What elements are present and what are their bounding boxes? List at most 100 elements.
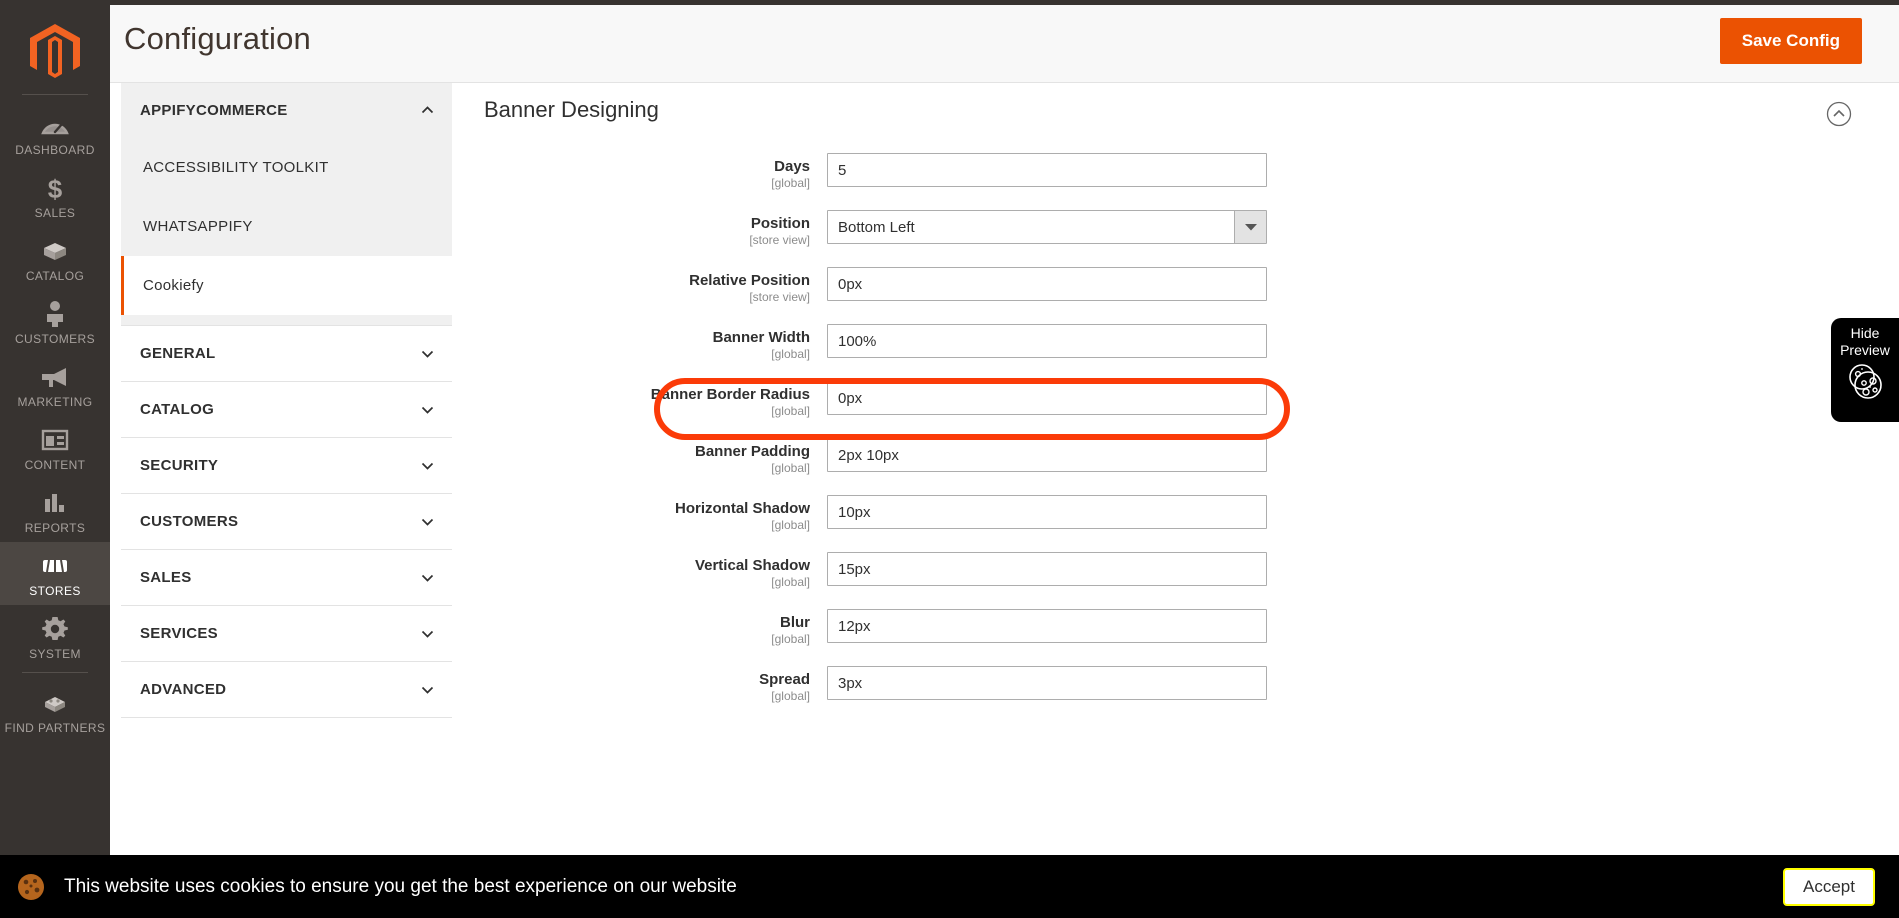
tree-header-security[interactable]: SECURITY	[121, 438, 452, 493]
tree-header-advanced[interactable]: ADVANCED	[121, 662, 452, 717]
tree-section-general: GENERAL	[121, 326, 452, 382]
settings-field-list: Days [global] Position [store view]	[452, 153, 1899, 723]
field-scope: [global]	[771, 689, 810, 703]
field-row-banner-border-radius: Banner Border Radius [global]	[452, 381, 1899, 438]
banner-padding-input[interactable]	[827, 438, 1267, 472]
field-scope: [global]	[771, 575, 810, 589]
content-left-gutter	[110, 83, 121, 863]
tree-header-general[interactable]: GENERAL	[121, 326, 452, 381]
dashboard-icon	[40, 110, 70, 140]
field-row-horizontal-shadow: Horizontal Shadow [global]	[452, 495, 1899, 552]
field-control-banner-padding	[827, 438, 1267, 472]
field-row-banner-width: Banner Width [global]	[452, 324, 1899, 381]
spread-input[interactable]	[827, 666, 1267, 700]
chevron-down-icon[interactable]	[1234, 211, 1266, 243]
megaphone-icon	[40, 362, 70, 392]
field-name: Vertical Shadow	[694, 557, 810, 574]
field-label-banner-padding: Banner Padding [global]	[452, 438, 827, 476]
hide-preview-button[interactable]: Hide Preview	[1831, 318, 1899, 422]
tree-header-label: ADVANCED	[140, 681, 227, 698]
svg-text:$: $	[48, 174, 63, 202]
admin-sidebar: DASHBOARD $ SALES CATALOG CUSTOMERS MARK…	[0, 0, 110, 918]
sidebar-item-stores[interactable]: STORES	[0, 542, 110, 605]
tree-section-security: SECURITY	[121, 438, 452, 494]
field-scope: [global]	[771, 461, 810, 475]
chevron-up-circle-icon[interactable]	[1826, 101, 1852, 127]
relative-position-input[interactable]	[827, 267, 1267, 301]
field-row-blur: Blur [global]	[452, 609, 1899, 666]
save-config-button[interactable]: Save Config	[1719, 18, 1862, 64]
hide-preview-line2: Preview	[1840, 342, 1890, 358]
tree-section-sales: SALES	[121, 550, 452, 606]
chevron-up-icon	[421, 104, 434, 117]
tree-item-label: WHATSAPPIFY	[143, 218, 253, 235]
field-name: Banner Padding	[694, 443, 810, 460]
tree-header-label: CUSTOMERS	[140, 513, 239, 530]
tree-header-services[interactable]: SERVICES	[121, 606, 452, 661]
field-label-banner-width: Banner Width [global]	[452, 324, 827, 362]
field-scope: [global]	[771, 632, 810, 646]
page-title: Configuration	[124, 21, 311, 56]
tree-header-label: APPIFYCOMMERCE	[140, 102, 288, 119]
magento-logo[interactable]	[0, 14, 110, 90]
tree-item-label: Cookiefy	[143, 277, 204, 294]
days-input[interactable]	[827, 153, 1267, 187]
sidebar-item-customers[interactable]: CUSTOMERS	[0, 290, 110, 353]
field-control-blur	[827, 609, 1267, 643]
sidebar-item-marketing[interactable]: MARKETING	[0, 353, 110, 416]
sidebar-label: STORES	[29, 584, 81, 598]
chevron-down-icon	[421, 459, 434, 472]
cookie-consent-banner: This website uses cookies to ensure you …	[0, 855, 1899, 918]
cookie-icon	[14, 870, 48, 904]
field-name: Horizontal Shadow	[675, 500, 810, 517]
tree-header-customers[interactable]: CUSTOMERS	[121, 494, 452, 549]
sidebar-label: DASHBOARD	[15, 143, 95, 157]
tree-item-cookiefy[interactable]: Cookiefy	[121, 256, 452, 315]
banner-border-radius-input[interactable]	[827, 381, 1267, 415]
field-scope: [global]	[771, 404, 810, 418]
sidebar-item-find-partners[interactable]: FIND PARTNERS	[0, 679, 110, 742]
field-label-banner-border-radius: Banner Border Radius [global]	[452, 381, 827, 419]
horizontal-shadow-input[interactable]	[827, 495, 1267, 529]
cookie-accept-button[interactable]: Accept	[1783, 867, 1875, 906]
field-name: Days	[774, 158, 810, 175]
nav-divider-bottom	[22, 672, 88, 673]
chevron-down-icon	[421, 627, 434, 640]
field-control-position	[827, 210, 1267, 244]
tree-item-accessibility-toolkit[interactable]: ACCESSIBILITY TOOLKIT	[121, 138, 452, 197]
field-name: Spread	[759, 671, 810, 688]
field-row-vertical-shadow: Vertical Shadow [global]	[452, 552, 1899, 609]
box-icon	[40, 236, 70, 266]
field-label-vertical-shadow: Vertical Shadow [global]	[452, 552, 827, 590]
blur-input[interactable]	[827, 609, 1267, 643]
field-control-vertical-shadow	[827, 552, 1267, 586]
cookie-icon	[1842, 361, 1888, 401]
field-row-days: Days [global]	[452, 153, 1899, 210]
field-scope: [store view]	[749, 290, 810, 304]
chevron-down-icon	[421, 347, 434, 360]
vertical-shadow-input[interactable]	[827, 552, 1267, 586]
sidebar-label: CATALOG	[25, 269, 85, 283]
field-label-relative-position: Relative Position [store view]	[452, 267, 827, 305]
position-select[interactable]	[827, 210, 1267, 244]
sidebar-item-content[interactable]: CONTENT	[0, 416, 110, 479]
sidebar-item-catalog[interactable]: CATALOG	[0, 227, 110, 290]
tree-header-sales[interactable]: SALES	[121, 550, 452, 605]
banner-width-input[interactable]	[827, 324, 1267, 358]
tree-item-whatsappify[interactable]: WHATSAPPIFY	[121, 197, 452, 256]
person-icon	[44, 299, 66, 329]
tree-header-appifycommerce[interactable]: APPIFYCOMMERCE	[121, 83, 452, 138]
layout-icon	[41, 425, 69, 455]
sidebar-item-sales[interactable]: $ SALES	[0, 164, 110, 227]
field-name: Position	[750, 215, 810, 232]
sidebar-item-reports[interactable]: REPORTS	[0, 479, 110, 542]
tree-item-label: ACCESSIBILITY TOOLKIT	[143, 159, 329, 176]
position-select-wrap	[827, 210, 1267, 244]
sidebar-item-system[interactable]: SYSTEM	[0, 605, 110, 668]
tree-group-appifycommerce: APPIFYCOMMERCE ACCESSIBILITY TOOLKIT WHA…	[121, 83, 452, 326]
field-name: Banner Width	[712, 329, 810, 346]
tree-header-catalog[interactable]: CATALOG	[121, 382, 452, 437]
sidebar-item-dashboard[interactable]: DASHBOARD	[0, 101, 110, 164]
field-name: Blur	[780, 614, 810, 631]
sidebar-label: SYSTEM	[29, 647, 81, 661]
